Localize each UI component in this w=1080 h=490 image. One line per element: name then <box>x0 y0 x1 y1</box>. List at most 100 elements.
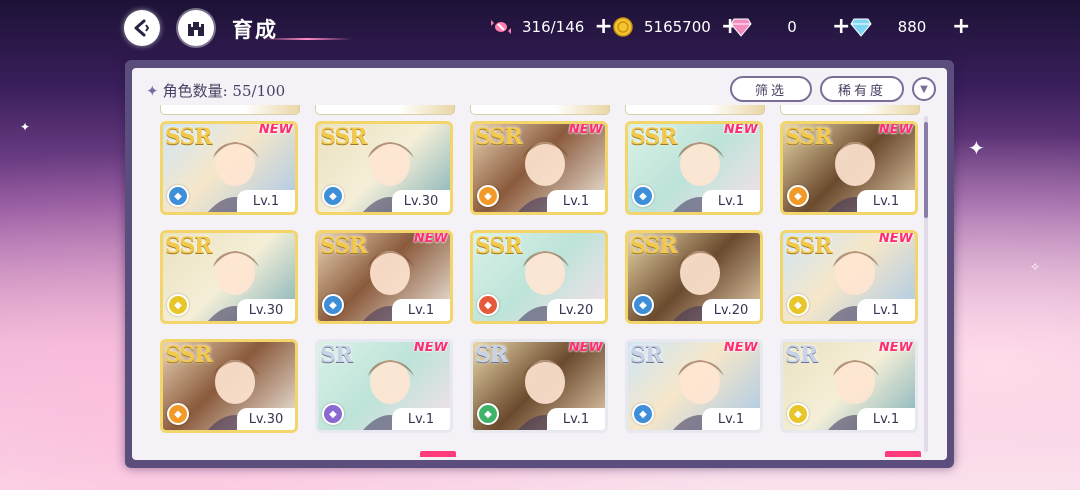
pink-diamond-value: 0 <box>787 18 797 36</box>
character-card[interactable]: SR NEW ◆ Lv.1 <box>625 339 763 433</box>
sparkle-icon: ✧ <box>1030 260 1041 274</box>
next-row-partial <box>157 451 932 458</box>
grid-scrollbar[interactable] <box>924 116 928 452</box>
character-count-label: 角色数量: <box>162 82 228 100</box>
character-card[interactable]: SSR ◆ Lv.30 <box>160 339 298 433</box>
character-panel-inner: ✦ 角色数量: 55/100 筛选 稀有度 ▼ SSR NEW ◆ Lv.1 SSR ◆ Lv… <box>132 68 947 460</box>
attribute-icon: ◆ <box>477 294 499 316</box>
add-blue-diamond-button[interactable]: + <box>952 16 970 38</box>
character-card[interactable]: SSR NEW ◆ Lv.1 <box>315 230 453 324</box>
coin-icon <box>612 16 634 38</box>
top-bar: 育成 316/146 + 5165700 + 0 + 880 + <box>0 0 1080 58</box>
pink-diamond-icon <box>730 16 752 38</box>
coin-counter: 5165700 + <box>612 16 739 38</box>
new-badge: NEW <box>723 122 758 137</box>
rarity-badge: SSR <box>785 124 833 150</box>
rarity-badge: SSR <box>320 124 368 150</box>
level-label: Lv.30 <box>392 190 450 212</box>
new-badge: NEW <box>568 122 603 137</box>
new-badge: NEW <box>878 122 913 137</box>
rarity-badge: SSR <box>630 233 678 259</box>
level-label: Lv.1 <box>547 190 605 212</box>
attribute-icon: ◆ <box>322 185 344 207</box>
coin-value: 5165700 <box>644 18 711 36</box>
new-badge: NEW <box>258 122 293 137</box>
rarity-sort-button[interactable]: 稀有度 <box>820 76 904 102</box>
add-candy-button[interactable]: + <box>594 16 612 38</box>
character-count-value: 55/100 <box>232 82 286 100</box>
sort-order-button[interactable]: ▼ <box>912 77 936 101</box>
character-card[interactable]: SSR NEW ◆ Lv.1 <box>780 230 918 324</box>
character-card[interactable]: SR NEW ◆ Lv.1 <box>470 339 608 433</box>
attribute-icon: ◆ <box>787 403 809 425</box>
add-pink-diamond-button[interactable]: + <box>832 16 850 38</box>
rarity-badge: SR <box>320 342 353 368</box>
attribute-icon: ◆ <box>322 294 344 316</box>
level-label: Lv.20 <box>702 299 760 321</box>
title-decoration <box>262 38 352 40</box>
star-icon: ✦ <box>146 82 159 100</box>
level-label: Lv.1 <box>857 408 915 430</box>
level-label: Lv.30 <box>237 408 295 430</box>
level-label: Lv.1 <box>702 190 760 212</box>
attribute-icon: ◆ <box>322 403 344 425</box>
level-label: Lv.1 <box>392 408 450 430</box>
rarity-badge: SSR <box>165 124 213 150</box>
character-card[interactable]: SSR NEW ◆ Lv.1 <box>625 121 763 215</box>
blue-diamond-icon <box>850 16 872 38</box>
rarity-badge: SSR <box>475 124 523 150</box>
sparkle-icon: ✦ <box>20 120 31 134</box>
level-label: Lv.1 <box>547 408 605 430</box>
new-badge: NEW <box>878 231 913 246</box>
pink-diamond-counter: 0 + <box>730 16 850 38</box>
level-label: Lv.1 <box>857 299 915 321</box>
castle-icon <box>188 22 204 36</box>
attribute-icon: ◆ <box>787 185 809 207</box>
level-label: Lv.1 <box>857 190 915 212</box>
character-card[interactable]: SR NEW ◆ Lv.1 <box>315 339 453 433</box>
attribute-icon: ◆ <box>167 185 189 207</box>
blue-diamond-value: 880 <box>897 18 927 36</box>
candy-counter: 316/146 + <box>490 16 613 38</box>
candy-value: 316/146 <box>522 18 585 36</box>
rarity-badge: SSR <box>165 233 213 259</box>
chevron-down-icon: ▼ <box>920 83 928 95</box>
character-panel: ✦ 角色数量: 55/100 筛选 稀有度 ▼ SSR NEW ◆ Lv.1 SSR ◆ Lv… <box>125 60 954 468</box>
character-card[interactable]: SSR NEW ◆ Lv.1 <box>160 121 298 215</box>
character-card[interactable]: SSR ◆ Lv.20 <box>470 230 608 324</box>
filter-button[interactable]: 筛选 <box>730 76 812 102</box>
attribute-icon: ◆ <box>167 294 189 316</box>
level-label: Lv.1 <box>392 299 450 321</box>
new-badge: NEW <box>878 340 913 355</box>
rarity-badge: SR <box>630 342 663 368</box>
attribute-icon: ◆ <box>167 403 189 425</box>
character-card[interactable]: SSR NEW ◆ Lv.1 <box>780 121 918 215</box>
character-card[interactable]: SSR ◆ Lv.20 <box>625 230 763 324</box>
character-card[interactable]: SSR ◆ Lv.30 <box>160 230 298 324</box>
blue-diamond-counter: 880 + <box>850 16 970 38</box>
attribute-icon: ◆ <box>632 294 654 316</box>
character-count: ✦ 角色数量: 55/100 <box>146 80 285 101</box>
candy-icon <box>490 16 512 38</box>
scrollbar-thumb[interactable] <box>924 122 928 218</box>
rarity-badge: SSR <box>165 342 213 368</box>
rarity-badge: SR <box>785 342 818 368</box>
character-grid[interactable]: SSR NEW ◆ Lv.1 SSR ◆ Lv.30 SSR NEW ◆ Lv.1 SSR NEW ◆ Lv… <box>157 105 932 458</box>
attribute-icon: ◆ <box>477 403 499 425</box>
rarity-badge: SR <box>475 342 508 368</box>
character-card[interactable]: SSR NEW ◆ Lv.1 <box>470 121 608 215</box>
home-button[interactable] <box>178 10 214 46</box>
new-badge: NEW <box>413 340 448 355</box>
attribute-icon: ◆ <box>787 294 809 316</box>
character-card[interactable]: SSR ◆ Lv.30 <box>315 121 453 215</box>
new-badge: NEW <box>413 231 448 246</box>
back-arrow-icon <box>134 19 150 37</box>
rarity-badge: SSR <box>320 233 368 259</box>
level-label: Lv.20 <box>547 299 605 321</box>
level-label: Lv.30 <box>237 299 295 321</box>
sparkle-icon: ✦ <box>968 136 985 160</box>
previous-row-partial <box>157 105 932 115</box>
back-button[interactable] <box>124 10 160 46</box>
new-badge: NEW <box>568 340 603 355</box>
character-card[interactable]: SR NEW ◆ Lv.1 <box>780 339 918 433</box>
